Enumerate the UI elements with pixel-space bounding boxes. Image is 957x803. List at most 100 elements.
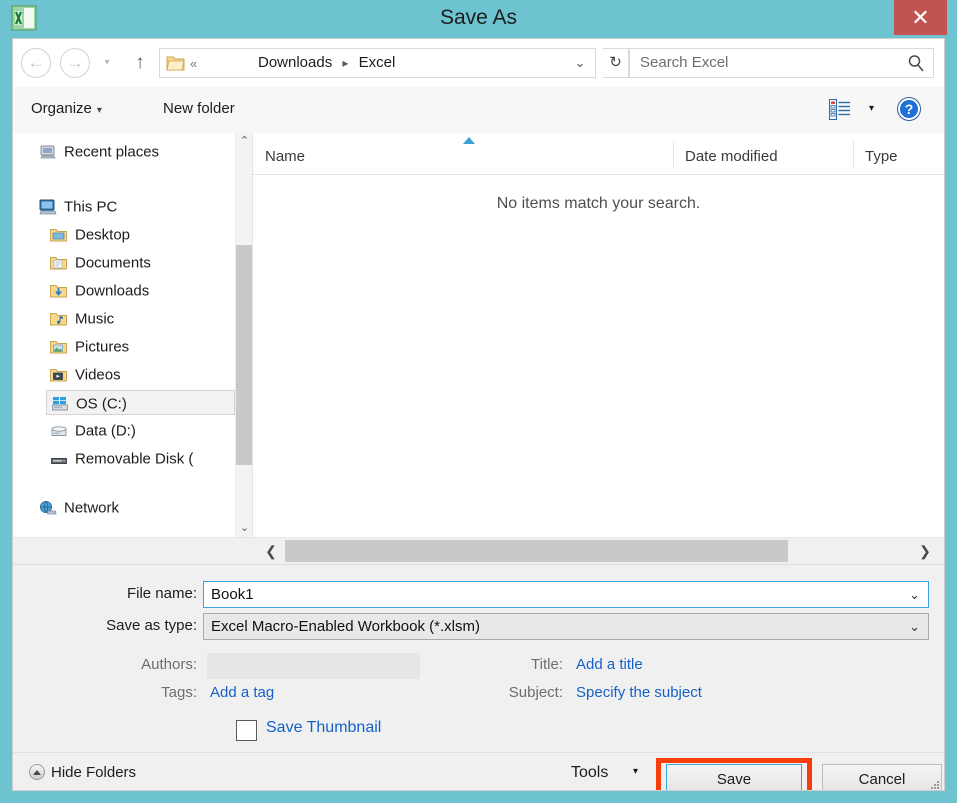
scroll-down-icon[interactable]: ⌄ xyxy=(236,520,253,537)
add-tag-link[interactable]: Add a tag xyxy=(210,684,274,701)
file-list-pane: Name Date modified Type No items match y… xyxy=(253,133,944,537)
music-folder-icon xyxy=(50,310,68,326)
cancel-button[interactable]: Cancel xyxy=(822,764,942,790)
forward-icon[interactable]: → xyxy=(60,48,90,78)
column-header-name[interactable]: Name xyxy=(253,133,673,174)
navigation-pane: Recent places This PC Desktop Documents Down… xyxy=(13,133,235,537)
chevron-down-icon[interactable]: ⌄ xyxy=(571,49,589,77)
empty-list-message: No items match your search. xyxy=(496,195,701,212)
save-button[interactable]: Save xyxy=(666,764,802,790)
pictures-folder-icon xyxy=(50,338,68,354)
tools-button[interactable]: Tools xyxy=(571,762,608,784)
sidebar-item-downloads[interactable]: Downloads xyxy=(46,278,235,303)
sidebar-item-this-pc[interactable]: This PC xyxy=(35,194,235,219)
help-button[interactable]: ? xyxy=(898,98,920,120)
network-icon xyxy=(39,499,57,515)
column-header-type[interactable]: Type xyxy=(853,133,944,174)
downloads-folder-icon xyxy=(50,282,68,298)
sidebar-item-label: Pictures xyxy=(75,338,130,356)
file-name-input[interactable]: Book1 ⌄ xyxy=(203,581,929,608)
column-header-row: Name Date modified Type xyxy=(253,133,944,175)
dialog-body: ← → ▾ ↑ « Downloads ▸ Excel ⌄ ↻ Search E… xyxy=(12,38,945,791)
view-options-icon[interactable] xyxy=(829,99,851,120)
scrollbar-thumb[interactable] xyxy=(236,245,253,465)
scroll-up-icon[interactable]: ⌃ xyxy=(236,133,253,150)
authors-label: Authors: xyxy=(141,656,197,673)
scrollbar-thumb[interactable] xyxy=(285,540,788,562)
dialog-titlebar: Save As ✕ xyxy=(0,0,957,38)
sidebar-item-removable-disk[interactable]: Removable Disk ( xyxy=(46,446,235,471)
save-as-type-select[interactable]: Excel Macro-Enabled Workbook (*.xlsm) ⌄ xyxy=(203,613,929,640)
sidebar-item-os-c[interactable]: OS (C:) xyxy=(46,390,235,415)
collapse-icon xyxy=(29,764,45,781)
navigation-bar: ← → ▾ ↑ « Downloads ▸ Excel ⌄ ↻ Search E… xyxy=(13,39,944,88)
chevron-down-icon[interactable]: ▾ xyxy=(869,103,874,114)
search-icon[interactable] xyxy=(907,54,925,72)
hide-folders-label: Hide Folders xyxy=(51,764,137,781)
new-folder-button[interactable]: New folder xyxy=(163,98,235,120)
search-input[interactable]: Search Excel xyxy=(629,48,934,78)
save-as-dialog: Save As ✕ ← → ▾ ↑ « Downloads ▸ Excel ⌄ … xyxy=(0,0,957,803)
specify-subject-link[interactable]: Specify the subject xyxy=(576,684,702,701)
command-toolbar: Organize ▾ New folder ▾ ? xyxy=(13,87,944,134)
breadcrumb-item-excel[interactable]: Excel xyxy=(359,54,396,71)
address-bar[interactable]: « Downloads ▸ Excel ⌄ xyxy=(159,48,596,78)
sidebar-item-data-d[interactable]: Data (D:) xyxy=(46,418,235,443)
title-label: Title: xyxy=(531,656,563,673)
column-header-date-modified[interactable]: Date modified xyxy=(673,133,853,174)
breadcrumb-separator-icon: ▸ xyxy=(342,56,349,70)
scroll-right-icon[interactable]: ❯ xyxy=(912,538,938,564)
sidebar-item-label: Music xyxy=(75,310,115,328)
sidebar-item-music[interactable]: Music xyxy=(46,306,235,331)
sidebar-item-recent-places[interactable]: Recent places xyxy=(35,139,235,164)
authors-field[interactable] xyxy=(207,653,420,679)
file-name-label: File name: xyxy=(126,585,197,602)
search-placeholder: Search Excel xyxy=(640,54,729,71)
back-icon[interactable]: ← xyxy=(21,48,51,78)
recent-places-icon xyxy=(39,143,57,159)
desktop-folder-icon xyxy=(50,226,68,242)
up-arrow-icon[interactable]: ↑ xyxy=(128,49,152,77)
navigation-pane-scrollbar[interactable]: ⌃ ⌄ xyxy=(235,133,253,537)
sidebar-item-label: Documents xyxy=(75,254,151,272)
chevron-down-icon[interactable]: ▾ xyxy=(101,57,113,69)
organize-button[interactable]: Organize ▾ xyxy=(31,98,102,122)
resize-grip[interactable] xyxy=(929,779,941,790)
file-name-value: Book1 xyxy=(211,586,254,603)
save-thumbnail-checkbox[interactable] xyxy=(236,720,257,741)
sidebar-item-videos[interactable]: Videos xyxy=(46,362,235,387)
drive-icon xyxy=(50,422,68,438)
sidebar-item-label: Downloads xyxy=(75,282,150,300)
sidebar-item-desktop[interactable]: Desktop xyxy=(46,222,235,247)
subject-label: Subject: xyxy=(508,684,563,701)
dialog-title: Save As xyxy=(439,6,518,29)
save-as-type-label: Save as type: xyxy=(106,617,197,634)
chevron-down-icon: ▾ xyxy=(96,105,102,116)
hide-folders-button[interactable]: Hide Folders xyxy=(29,762,136,784)
refresh-icon[interactable]: ↻ xyxy=(603,48,629,78)
sidebar-item-network[interactable]: Network xyxy=(35,495,235,520)
sidebar-item-documents[interactable]: Documents xyxy=(46,250,235,275)
sidebar-item-label: Network xyxy=(64,499,120,517)
scroll-left-icon[interactable]: ❮ xyxy=(258,538,284,564)
chevron-down-icon: ⌄ xyxy=(909,619,920,634)
chevron-down-icon[interactable]: ▾ xyxy=(633,766,638,777)
documents-folder-icon xyxy=(50,254,68,270)
sidebar-item-label: Data (D:) xyxy=(75,422,136,440)
add-title-link[interactable]: Add a title xyxy=(576,656,643,673)
videos-folder-icon xyxy=(50,366,68,382)
close-button[interactable]: ✕ xyxy=(894,0,947,35)
breadcrumb-item-downloads[interactable]: Downloads xyxy=(258,54,332,71)
sidebar-item-label: OS (C:) xyxy=(76,395,127,413)
windows-drive-icon xyxy=(51,395,69,411)
organize-label: Organize xyxy=(31,100,92,117)
dialog-footer: Hide Folders Tools ▾ Save Cancel xyxy=(13,752,944,790)
sidebar-item-pictures[interactable]: Pictures xyxy=(46,334,235,359)
address-overflow-chevrons[interactable]: « xyxy=(190,53,197,75)
file-list-horizontal-scrollbar[interactable]: ❮ ❯ xyxy=(13,537,944,564)
sidebar-item-label: Removable Disk ( xyxy=(75,450,194,468)
save-thumbnail-label[interactable]: Save Thumbnail xyxy=(266,719,381,737)
folder-icon xyxy=(166,54,185,72)
removable-disk-icon xyxy=(50,450,68,466)
chevron-down-icon[interactable]: ⌄ xyxy=(909,582,920,607)
